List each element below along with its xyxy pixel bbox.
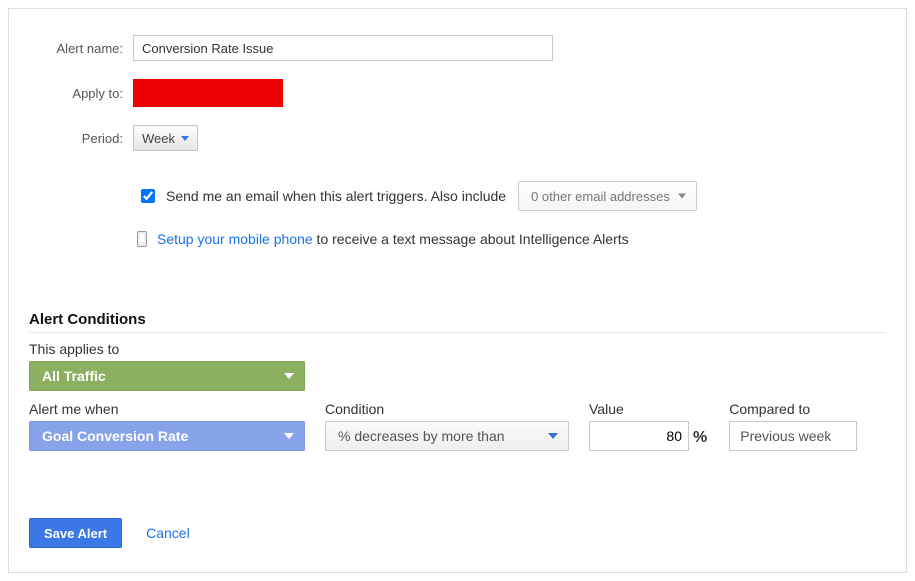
row-email: Send me an email when this alert trigger… bbox=[29, 181, 886, 211]
applies-to-dropdown[interactable]: All Traffic bbox=[29, 361, 305, 391]
condition-value: % decreases by more than bbox=[338, 428, 505, 444]
alert-panel: Alert name: Apply to: Period: Week Send … bbox=[8, 8, 907, 573]
row-apply-to: Apply to: bbox=[29, 79, 886, 107]
value-label: Value bbox=[589, 401, 709, 417]
condition-dropdown[interactable]: % decreases by more than bbox=[325, 421, 569, 451]
alert-name-input[interactable] bbox=[133, 35, 553, 61]
chevron-down-icon bbox=[181, 136, 189, 141]
mobile-phone-icon bbox=[137, 231, 147, 247]
applies-to-value: All Traffic bbox=[42, 368, 106, 384]
row-alert-name: Alert name: bbox=[29, 35, 886, 61]
email-checkbox-label: Send me an email when this alert trigger… bbox=[166, 188, 506, 204]
value-input[interactable] bbox=[589, 421, 689, 451]
alert-me-when-label: Alert me when bbox=[29, 401, 305, 417]
footer: Save Alert Cancel bbox=[29, 518, 190, 548]
other-emails-dropdown[interactable]: 0 other email addresses bbox=[518, 181, 697, 211]
applies-to-label: This applies to bbox=[29, 341, 886, 357]
alert-me-when-dropdown[interactable]: Goal Conversion Rate bbox=[29, 421, 305, 451]
alert-me-when-value: Goal Conversion Rate bbox=[42, 428, 188, 444]
label-period: Period: bbox=[29, 131, 133, 146]
chevron-down-icon bbox=[284, 373, 294, 379]
compared-label: Compared to bbox=[729, 401, 857, 417]
chevron-down-icon bbox=[548, 433, 558, 439]
save-alert-button[interactable]: Save Alert bbox=[29, 518, 122, 548]
apply-to-redacted[interactable] bbox=[133, 79, 283, 107]
compared-to-box[interactable]: Previous week bbox=[729, 421, 857, 451]
mobile-text: Setup your mobile phone to receive a tex… bbox=[157, 231, 629, 247]
period-select[interactable]: Week bbox=[133, 125, 198, 151]
row-period: Period: Week bbox=[29, 125, 886, 151]
other-emails-value: 0 other email addresses bbox=[531, 189, 670, 204]
label-alert-name: Alert name: bbox=[29, 41, 133, 56]
compared-to-value: Previous week bbox=[740, 428, 831, 444]
chevron-down-icon bbox=[284, 433, 294, 439]
condition-label: Condition bbox=[325, 401, 569, 417]
cancel-link[interactable]: Cancel bbox=[146, 525, 190, 541]
separator bbox=[29, 332, 886, 333]
period-value: Week bbox=[142, 131, 175, 146]
email-checkbox[interactable] bbox=[141, 189, 155, 203]
mobile-rest: to receive a text message about Intellig… bbox=[313, 231, 629, 247]
label-apply-to: Apply to: bbox=[29, 86, 133, 101]
alert-conditions-title: Alert Conditions bbox=[29, 311, 886, 328]
setup-mobile-link[interactable]: Setup your mobile phone bbox=[157, 231, 313, 247]
condition-row: Alert me when Goal Conversion Rate Condi… bbox=[29, 401, 886, 451]
value-unit: % bbox=[693, 429, 707, 447]
row-mobile: Setup your mobile phone to receive a tex… bbox=[29, 231, 886, 247]
chevron-down-icon bbox=[678, 194, 686, 199]
